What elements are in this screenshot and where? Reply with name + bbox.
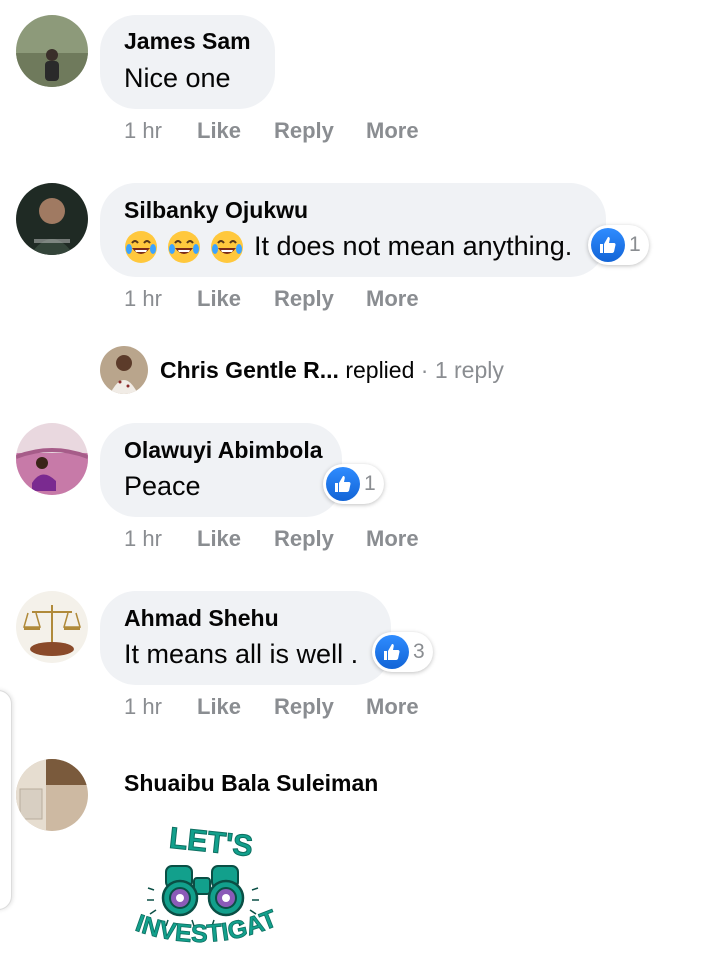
avatar-olawuyi-abimbola[interactable] (16, 423, 88, 495)
comment-timestamp[interactable]: 1 hr (124, 118, 162, 144)
joy-emoji-icon (125, 231, 157, 263)
more-button[interactable]: More (366, 694, 419, 720)
more-button[interactable]: More (366, 118, 419, 144)
reply-verb: replied (345, 357, 415, 383)
comment-author[interactable]: Silbanky Ojukwu (124, 197, 308, 224)
avatar-ahmad-shehu[interactable] (16, 591, 88, 663)
reply-button[interactable]: Reply (274, 694, 334, 720)
view-replies-link[interactable]: Chris Gentle R... replied · 1 reply (160, 357, 504, 384)
side-panel-edge (0, 690, 12, 910)
comment-author[interactable]: Olawuyi Abimbola (124, 437, 323, 464)
like-button[interactable]: Like (197, 526, 241, 552)
avatar-shuaibu-bala-suleiman[interactable] (16, 759, 88, 831)
more-button[interactable]: More (366, 286, 419, 312)
reaction-count: 1 (364, 472, 376, 495)
reply-button[interactable]: Reply (274, 118, 334, 144)
comment-text: It does not mean anything. (254, 231, 573, 261)
joy-emoji-icon (211, 231, 243, 263)
reaction-summary[interactable]: 1 (323, 464, 384, 504)
more-button[interactable]: More (366, 526, 419, 552)
like-button[interactable]: Like (197, 286, 241, 312)
reply-author: Chris Gentle R... (160, 357, 339, 383)
reply-button[interactable]: Reply (274, 526, 334, 552)
thumbs-up-icon (375, 635, 409, 669)
comment-author[interactable]: Shuaibu Bala Suleiman (124, 770, 378, 797)
comment-timestamp[interactable]: 1 hr (124, 286, 162, 312)
like-button[interactable]: Like (197, 694, 241, 720)
comment-timestamp[interactable]: 1 hr (124, 694, 162, 720)
sticker-line1: LET'S (168, 822, 255, 864)
reply-count: 1 reply (434, 357, 504, 383)
like-button[interactable]: Like (197, 118, 241, 144)
comment-timestamp[interactable]: 1 hr (124, 526, 162, 552)
reaction-summary[interactable]: 1 (588, 225, 649, 265)
thumbs-up-icon (591, 228, 625, 262)
comment-author[interactable]: Ahmad Shehu (124, 605, 279, 632)
reaction-count: 1 (629, 233, 641, 256)
avatar-silbanky-ojukwu[interactable] (16, 183, 88, 255)
avatar-james-sam[interactable] (16, 15, 88, 87)
reaction-count: 3 (413, 640, 425, 663)
comment-text: Nice one (124, 63, 231, 93)
avatar-chris-gentle[interactable] (100, 346, 148, 394)
lets-investigate-sticker[interactable]: LET'S INVESTIGATE (128, 818, 280, 957)
comment-text: It means all is well . (124, 639, 359, 669)
thumbs-up-icon (326, 467, 360, 501)
reply-button[interactable]: Reply (274, 286, 334, 312)
separator-dot: · (420, 357, 429, 383)
reaction-summary[interactable]: 3 (372, 632, 433, 672)
comment-author[interactable]: James Sam (124, 28, 251, 55)
joy-emoji-icon (168, 231, 200, 263)
comment-text: Peace (124, 471, 201, 501)
